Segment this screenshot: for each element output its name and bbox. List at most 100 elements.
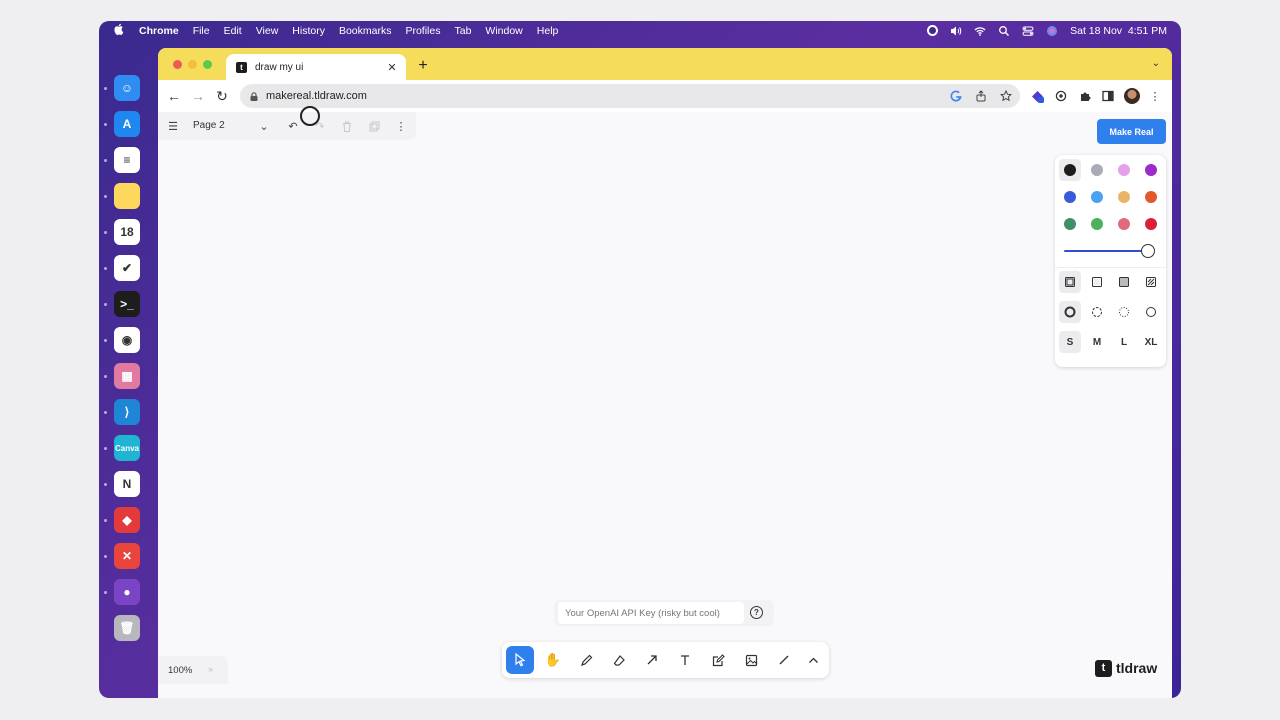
browser-tab[interactable]: t draw my ui ✕ [226,54,406,80]
google-lens-icon[interactable] [950,90,962,102]
apple-menu-icon[interactable] [113,23,125,38]
wifi-icon[interactable] [974,25,986,37]
image-tool-icon[interactable] [737,646,765,674]
color-swatch[interactable] [1059,213,1081,235]
reload-button[interactable]: ↻ [214,88,230,104]
dock-finder-icon[interactable]: ☺ [114,75,140,101]
dash-draw-option[interactable] [1059,301,1081,323]
dock-calendar-icon[interactable]: 18 [114,219,140,245]
color-swatch[interactable] [1086,159,1108,181]
menu-edit[interactable]: Edit [224,25,242,37]
minimize-window-button[interactable] [188,60,197,69]
hamburger-menu-icon[interactable]: ☰ [166,119,180,133]
hand-tool-icon[interactable]: ✋ [539,646,567,674]
page-name[interactable]: Page 2 [193,120,225,131]
size-xl-option[interactable]: XL [1140,331,1162,353]
more-actions-icon[interactable]: ⋮ [394,119,408,133]
volume-icon[interactable] [950,25,962,37]
dash-solid-option[interactable] [1140,301,1162,323]
opacity-slider-thumb[interactable] [1141,244,1155,258]
color-swatch[interactable] [1086,186,1108,208]
color-swatch[interactable] [1140,159,1162,181]
dock-terminal-icon[interactable]: >_ [114,291,140,317]
control-center-icon[interactable] [1022,25,1034,37]
color-swatch[interactable] [1113,159,1135,181]
siri-icon[interactable] [1046,25,1058,37]
select-tool-icon[interactable] [506,646,534,674]
dock-vscode-icon[interactable]: ⟩ [114,399,140,425]
draw-tool-icon[interactable] [572,646,600,674]
menu-help[interactable]: Help [537,25,559,37]
dock-anydesk-icon[interactable]: ◆ [114,507,140,533]
menu-tab[interactable]: Tab [454,25,471,37]
zoom-window-button[interactable] [203,60,212,69]
fill-none-option[interactable] [1059,271,1081,293]
make-real-button[interactable]: Make Real [1097,119,1166,144]
dock-reminders-icon[interactable]: ≡ [114,147,140,173]
undo-icon[interactable]: ↶ [286,119,300,133]
color-swatch[interactable] [1086,213,1108,235]
menu-bookmarks[interactable]: Bookmarks [339,25,392,37]
opacity-slider-track[interactable] [1064,250,1146,252]
color-swatch[interactable] [1113,213,1135,235]
dock-remote-desktop-icon[interactable]: ✕ [114,543,140,569]
eraser-tool-icon[interactable] [605,646,633,674]
minimap-toggle-icon[interactable]: » [208,664,213,674]
menu-profiles[interactable]: Profiles [405,25,440,37]
kebab-menu-icon[interactable]: ⋮ [1148,89,1162,103]
fill-semi-option[interactable] [1086,271,1108,293]
fill-solid-option[interactable] [1113,271,1135,293]
close-window-button[interactable] [173,60,182,69]
color-swatch[interactable] [1113,186,1135,208]
line-tool-icon[interactable] [770,646,798,674]
forward-button[interactable]: → [190,88,206,104]
help-icon[interactable]: ? [750,606,763,619]
dock-github-desktop-icon[interactable]: ● [114,579,140,605]
dash-dashed-option[interactable] [1086,301,1108,323]
color-swatch[interactable] [1140,186,1162,208]
color-swatch[interactable] [1059,159,1081,181]
menu-window[interactable]: Window [485,25,522,37]
openai-extension-icon[interactable] [1054,89,1068,103]
menubar-datetime[interactable]: Sat 18 Nov 4:51 PM [1070,25,1167,37]
dock-canva-icon[interactable]: Canva [114,435,140,461]
text-tool-icon[interactable] [671,646,699,674]
tab-search-chevron-icon[interactable]: ⌄ [1152,58,1160,69]
menu-view[interactable]: View [256,25,279,37]
menu-file[interactable]: File [193,25,210,37]
dock-launchpad-icon[interactable]: ▦ [114,363,140,389]
zoom-level[interactable]: 100% [168,665,192,676]
color-swatch[interactable] [1140,213,1162,235]
color-swatch[interactable] [1059,186,1081,208]
arrow-tool-icon[interactable] [638,646,666,674]
delete-icon[interactable] [340,119,354,133]
screen-record-icon[interactable] [927,25,939,36]
menu-history[interactable]: History [292,25,325,37]
note-tool-icon[interactable] [704,646,732,674]
address-bar[interactable]: makereal.tldraw.com [240,84,1020,108]
share-icon[interactable] [975,90,987,102]
bookmark-star-icon[interactable] [1000,90,1012,102]
tldraw-brand[interactable]: t tldraw [1095,658,1157,678]
dock-chrome-icon[interactable]: ◉ [114,327,140,353]
size-l-option[interactable]: L [1113,331,1135,353]
duplicate-icon[interactable] [367,119,381,133]
side-panel-icon[interactable] [1101,89,1115,103]
fill-pattern-option[interactable] [1140,271,1162,293]
dock-notes-icon[interactable] [114,183,140,209]
close-tab-icon[interactable]: ✕ [386,61,398,74]
extension-badge-icon[interactable] [1030,89,1044,103]
new-tab-button[interactable]: + [416,57,430,75]
dock-trash-icon[interactable]: 🗑 [114,615,140,641]
spotlight-icon[interactable] [998,25,1010,37]
menubar-app-name[interactable]: Chrome [139,25,179,37]
api-key-input[interactable] [558,602,744,624]
back-button[interactable]: ← [166,88,182,104]
page-dropdown-chevron-icon[interactable]: ⌄ [257,119,271,133]
more-tools-chevron-icon[interactable] [799,646,827,674]
dock-notion-icon[interactable]: N [114,471,140,497]
dash-dotted-option[interactable] [1113,301,1135,323]
drawing-canvas[interactable]: ☰ Page 2 ⌄ ↶ ↷ ⋮ Make Real S M L XL Your… [158,112,1172,698]
puzzle-extensions-icon[interactable] [1078,89,1092,103]
profile-avatar[interactable] [1124,88,1140,104]
